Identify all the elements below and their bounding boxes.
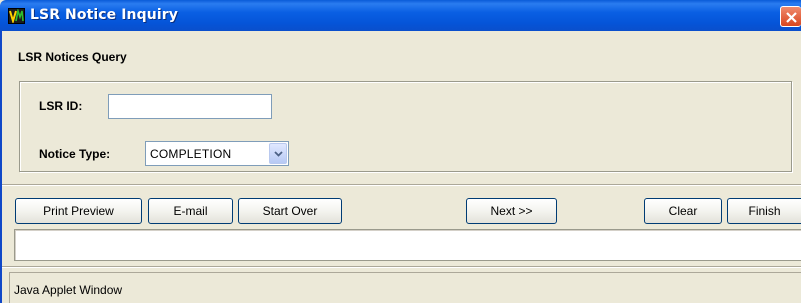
divider — [2, 184, 801, 186]
notice-type-select[interactable]: COMPLETION — [145, 141, 289, 166]
message-field[interactable] — [14, 229, 801, 261]
close-icon — [786, 12, 797, 23]
section-title: LSR Notices Query — [18, 50, 127, 64]
status-text: Java Applet Window — [14, 283, 123, 297]
print-preview-button[interactable]: Print Preview — [15, 198, 142, 224]
start-over-button[interactable]: Start Over — [238, 198, 342, 224]
notice-type-label: Notice Type: — [39, 147, 111, 161]
finish-button[interactable]: Finish — [727, 198, 801, 224]
divider — [2, 266, 801, 268]
close-button[interactable] — [780, 6, 801, 27]
dropdown-button[interactable] — [269, 143, 287, 164]
clear-button[interactable]: Clear — [644, 198, 722, 224]
notice-type-value: COMPLETION — [150, 147, 232, 161]
email-button[interactable]: E-mail — [148, 198, 233, 224]
title-bar[interactable]: LSR Notice Inquiry — [0, 0, 801, 31]
chevron-down-icon — [274, 151, 283, 157]
status-bar: Java Applet Window — [9, 272, 801, 303]
app-logo-icon — [8, 8, 25, 24]
next-button[interactable]: Next >> — [466, 198, 557, 224]
window-title: LSR Notice Inquiry — [30, 7, 178, 23]
lsr-id-input[interactable] — [108, 94, 272, 119]
lsr-id-label: LSR ID: — [39, 99, 83, 113]
